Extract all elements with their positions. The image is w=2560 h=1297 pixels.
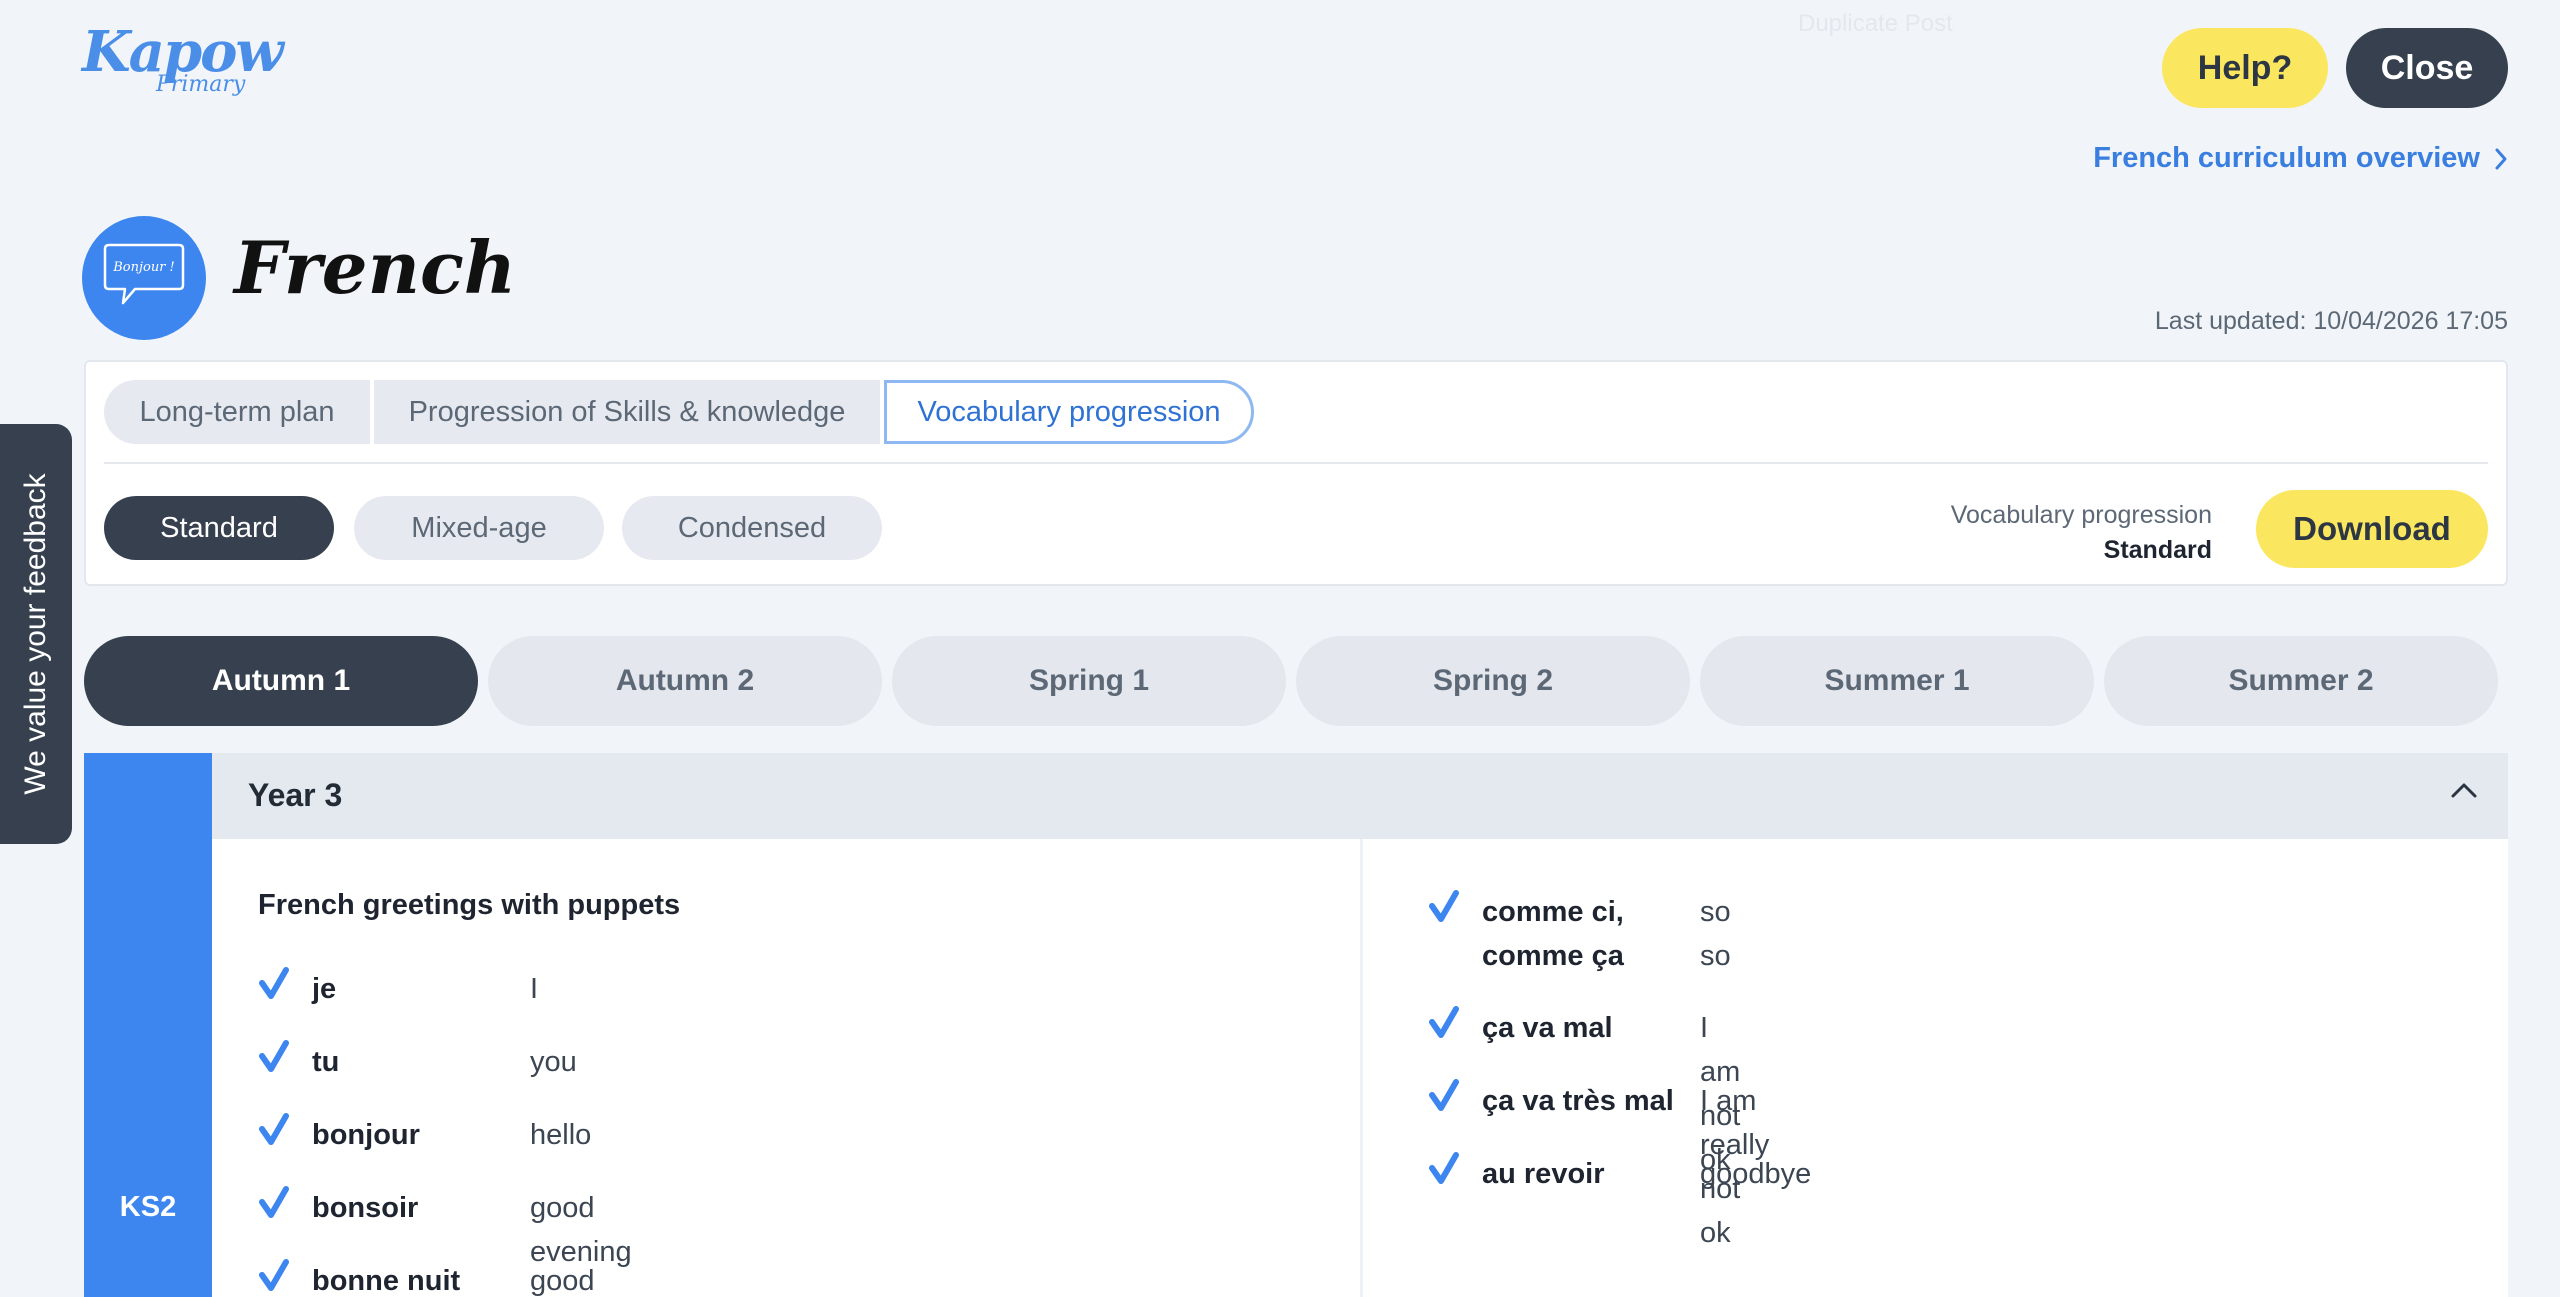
chevron-up-icon[interactable] [2450,781,2478,799]
vocab-english: good night [530,1265,595,1297]
key-stage-label: KS2 [119,1191,177,1223]
download-caption-version: Standard [2103,536,2212,564]
check-icon [1429,1152,1459,1184]
vocab-english: goodbye [1700,1158,1812,1190]
vocab-item: ça va très mal I am really not ok [1428,1079,1769,1249]
vocab-french: au revoir [1482,1158,1605,1190]
check-icon [259,1186,289,1218]
check-icon [259,1113,289,1145]
feedback-label: We value your feedback [19,473,52,795]
feedback-tab[interactable]: We value your feedback [0,424,72,844]
vocab-french: bonne nuit [312,1265,461,1297]
tab-long-term-plan[interactable]: Long-term plan [104,380,370,444]
term-tab-spring-1[interactable]: Spring 1 [892,636,1286,726]
logo-sub-text: Primary [156,72,246,97]
vocab-french-line-2: comme ça [1482,940,1624,972]
tab-progression-skills[interactable]: Progression of Skills & knowledge [374,380,880,444]
vocab-english: I [530,973,539,1005]
subject-icon: Bonjour ! [82,216,206,340]
vocab-english: so so [1700,896,1731,972]
vocab-french: ça va mal [1482,1012,1613,1044]
download-caption-title: Vocabulary progression [1950,501,2212,529]
vocab-item: bonsoir good evening [258,1186,632,1268]
term-tab-summer-2[interactable]: Summer 2 [2104,636,2498,726]
check-icon [1429,890,1459,922]
version-standard-button[interactable]: Standard [104,496,334,560]
check-icon [1429,1006,1459,1038]
vocab-french: tu [312,1046,340,1078]
curriculum-overview-label: French curriculum overview [2093,142,2480,174]
page-title: French [234,225,517,310]
year-accordion-header[interactable]: Year 3 [212,753,2508,839]
last-updated-text: Last updated: 10/04/2026 17:05 [2154,307,2508,335]
close-button[interactable]: Close [2346,28,2508,108]
vocab-item: tu you [258,1040,577,1084]
speech-bubble-icon: Bonjour ! [103,243,185,305]
term-tab-autumn-1[interactable]: Autumn 1 [84,636,478,726]
curriculum-overview-link[interactable]: French curriculum overview [2093,142,2508,175]
tab-vocabulary-progression[interactable]: Vocabulary progression [884,380,1254,444]
check-icon [259,1259,289,1291]
vocab-item: bonjour hello [258,1113,591,1157]
version-mixed-age-button[interactable]: Mixed-age [354,496,604,560]
kapow-logo[interactable]: Kapow Primary [82,24,284,108]
vocab-item: bonne nuit good night [258,1259,595,1297]
vocab-english: hello [530,1119,592,1151]
vocab-french-line-1: comme ci, [1482,896,1624,928]
check-icon [259,967,289,999]
version-condensed-button[interactable]: Condensed [622,496,882,560]
chevron-right-icon [2495,148,2507,169]
vocab-french: ça va très mal [1482,1085,1674,1117]
vocab-item: je I [258,967,538,1011]
term-tab-summer-1[interactable]: Summer 1 [1700,636,2094,726]
check-icon [1429,1079,1459,1111]
term-tab-spring-2[interactable]: Spring 2 [1296,636,1690,726]
check-icon [259,1040,289,1072]
help-button[interactable]: Help? [2162,28,2328,108]
vocabulary-content: French greetings with puppets je I tu yo… [212,839,2508,1297]
vocab-item: au revoir goodbye [1428,1152,1811,1196]
vocab-item: ça va mal I am not ok [1428,1006,1740,1176]
download-caption: Vocabulary progression Standard [1951,498,2212,568]
vocab-french: bonjour [312,1119,420,1151]
vocab-english: you [530,1046,577,1078]
download-button[interactable]: Download [2256,490,2488,568]
year-title: Year 3 [248,777,343,813]
vocab-item: comme ci, comme ça so so [1428,890,1731,978]
column-divider [1360,839,1363,1297]
key-stage-bar: KS2 [84,753,212,1297]
duplicate-post-text: Duplicate Post [1798,10,1953,37]
subject-icon-text: Bonjour ! [112,260,175,275]
unit-title: French greetings with puppets [258,889,681,921]
panel-divider [104,462,2488,464]
vocab-french: bonsoir [312,1192,419,1224]
vocab-french: comme ci, comme ça [1482,890,1624,978]
document-panel: Long-term plan Progression of Skills & k… [84,360,2508,586]
term-tab-autumn-2[interactable]: Autumn 2 [488,636,882,726]
vocab-french: je [312,973,337,1005]
